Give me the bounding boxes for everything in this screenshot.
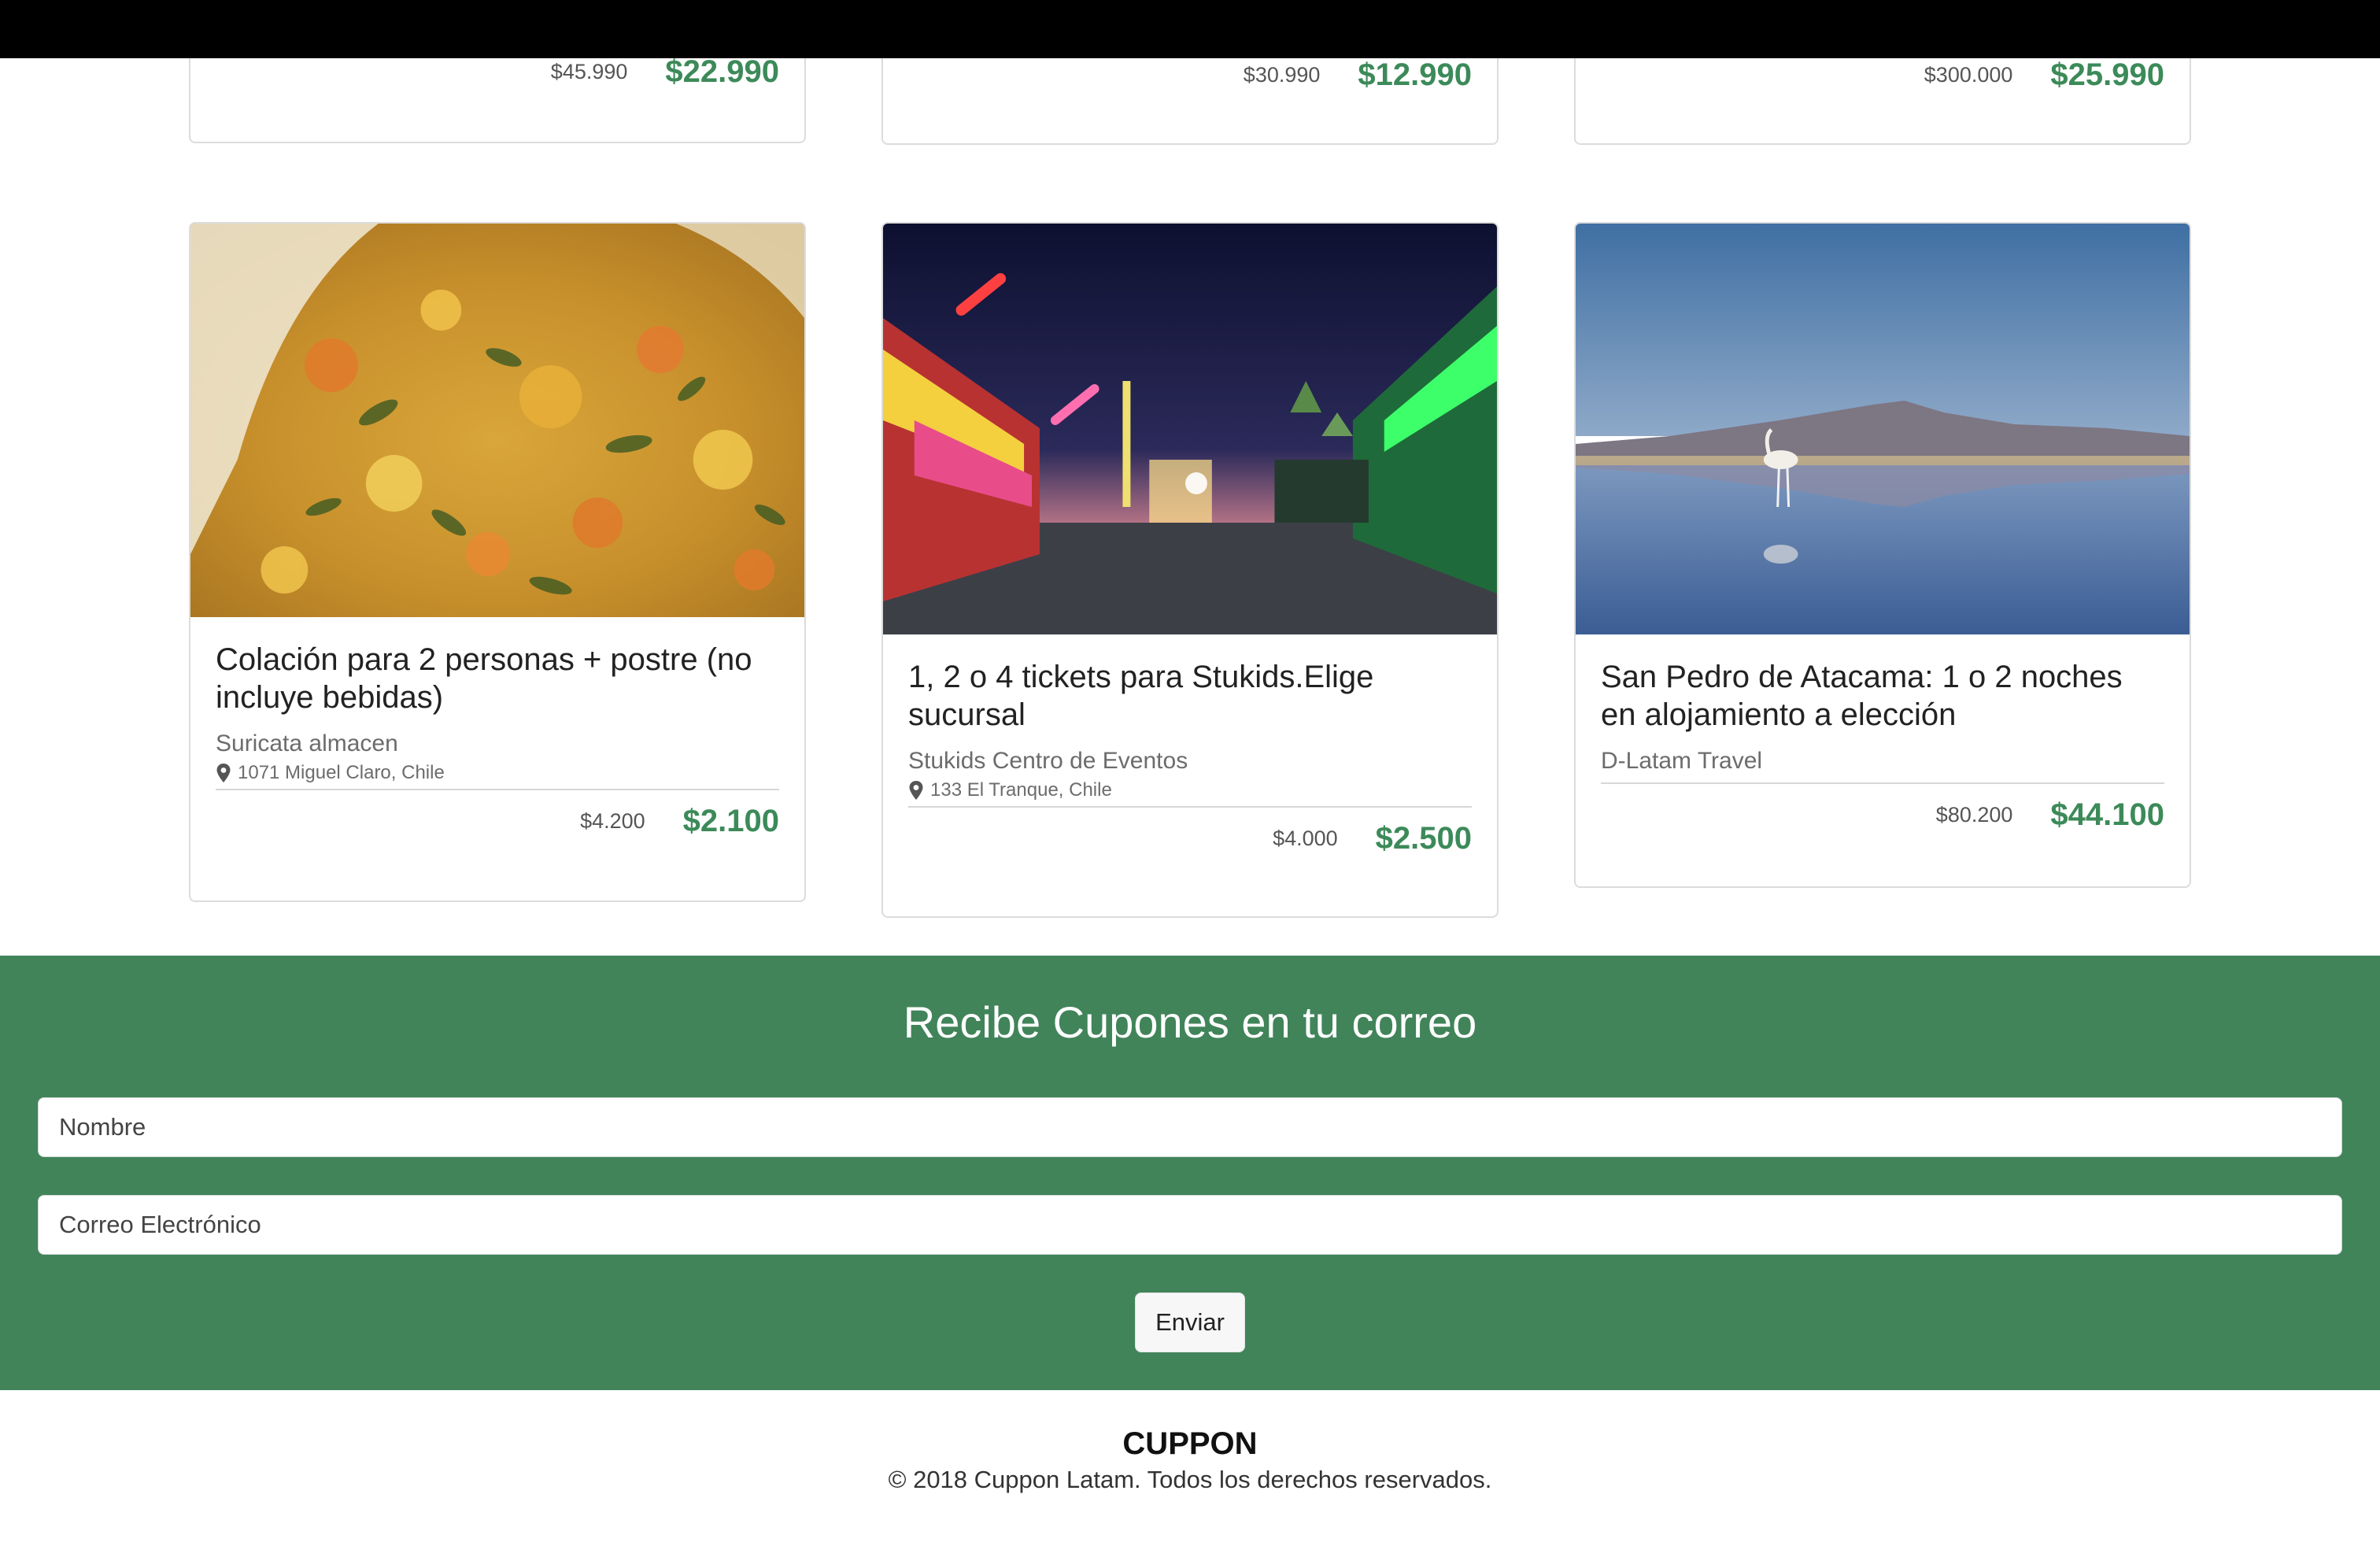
address-text: 133 El Tranque, Chile xyxy=(930,779,1112,801)
price-old: $4.000 xyxy=(1273,826,1338,850)
price-row: $4.200 $2.100 xyxy=(190,790,804,852)
newsletter-title: Recibe Cupones en tu correo xyxy=(903,997,1477,1047)
deal-card-atacama[interactable]: San Pedro de Atacama: 1 o 2 noches en al… xyxy=(1574,222,2191,888)
footer-copyright: © 2018 Cuppon Latam. Todos los derechos … xyxy=(888,1466,1492,1493)
deal-title[interactable]: Colación para 2 personas + postre (no in… xyxy=(216,641,779,716)
atacama-flamingo-lake-photo[interactable] xyxy=(1576,224,2190,634)
email-input-placeholder: Correo Electrónico xyxy=(59,1211,261,1238)
merchant-address: 1071 Miguel Claro, Chile xyxy=(216,762,779,784)
price-old: $80.200 xyxy=(1935,802,2013,827)
map-pin-icon xyxy=(216,764,231,782)
price-old: $45.990 xyxy=(550,59,628,83)
price-row: $80.200 $44.100 xyxy=(1576,784,2190,845)
price-new: $25.990 xyxy=(2050,57,2164,92)
email-input[interactable]: Correo Electrónico xyxy=(38,1195,2342,1255)
footer-brand: CUPPON xyxy=(1122,1426,1258,1461)
name-input-placeholder: Nombre xyxy=(59,1113,146,1141)
food-stew-photo[interactable] xyxy=(190,224,804,617)
deal-card-colacion[interactable]: Colación para 2 personas + postre (no in… xyxy=(189,222,806,902)
merchant-name: Suricata almacen xyxy=(216,730,398,756)
price-new: $22.990 xyxy=(665,54,779,89)
price-new: $2.500 xyxy=(1375,820,1472,856)
merchant-address: 133 El Tranque, Chile xyxy=(908,779,1472,801)
amusement-park-night-photo[interactable] xyxy=(883,224,1497,634)
address-text: 1071 Miguel Claro, Chile xyxy=(238,762,445,783)
deal-card-stukids[interactable]: 1, 2 o 4 tickets para Stukids.Elige sucu… xyxy=(881,222,1499,918)
merchant-name: Stukids Centro de Eventos xyxy=(908,748,1188,774)
price-row: $4.000 $2.500 xyxy=(883,808,1497,869)
price-old: $30.990 xyxy=(1243,62,1321,87)
merchant-name: D-Latam Travel xyxy=(1601,748,1763,774)
price-new: $12.990 xyxy=(1358,57,1472,92)
name-input[interactable]: Nombre xyxy=(38,1097,2342,1157)
deal-title[interactable]: 1, 2 o 4 tickets para Stukids.Elige sucu… xyxy=(908,658,1472,734)
map-pin-icon xyxy=(909,781,923,800)
price-new: $44.100 xyxy=(2050,797,2164,832)
newsletter-section: Recibe Cupones en tu correo Nombre Corre… xyxy=(0,956,2380,1390)
browser-top-bar-overlay xyxy=(0,0,2380,58)
price-old: $300.000 xyxy=(1924,62,2013,87)
price-old: $4.200 xyxy=(580,808,645,833)
deal-title[interactable]: San Pedro de Atacama: 1 o 2 noches en al… xyxy=(1601,658,2164,734)
submit-button[interactable]: Enviar xyxy=(1135,1293,1245,1352)
price-new: $2.100 xyxy=(682,803,779,838)
